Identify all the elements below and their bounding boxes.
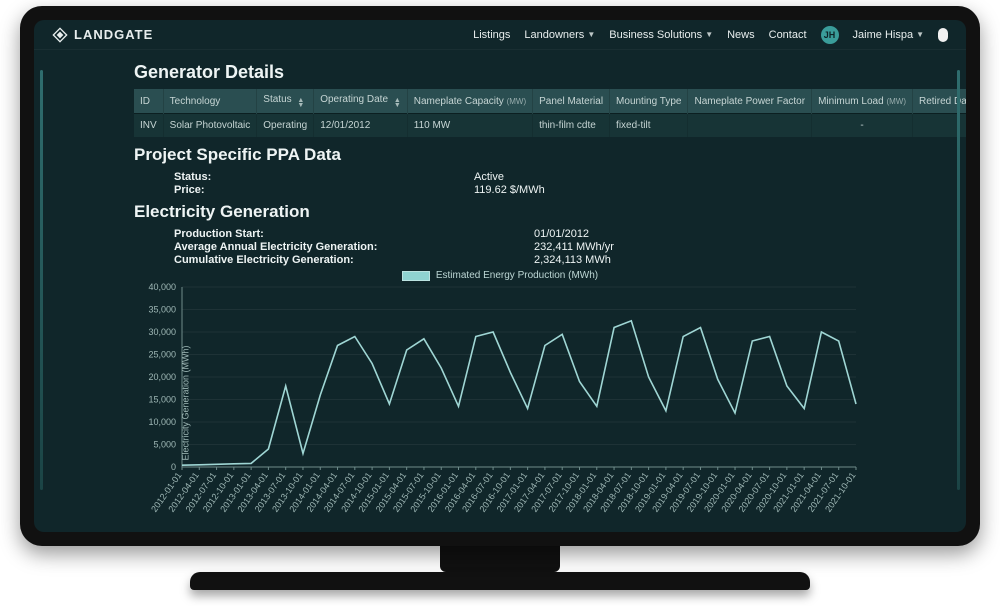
sort-icon: ▲▼ <box>297 98 304 108</box>
top-nav: LANDGATE Listings Landowners ▼ Business … <box>34 20 966 50</box>
mw-suffix: (MW) <box>507 97 527 106</box>
brand-logo-icon <box>52 27 68 43</box>
chart-svg: 05,00010,00015,00020,00025,00030,00035,0… <box>134 283 864 523</box>
generator-details-table: ID Technology Status ▲▼ Operating Date ▲… <box>134 89 966 137</box>
chevron-down-icon: ▼ <box>705 30 713 39</box>
monitor-stand-neck <box>440 546 560 572</box>
nav-business-label: Business Solutions <box>609 29 702 41</box>
table-row[interactable]: INV Solar Photovoltaic Operating 12/01/2… <box>134 114 966 138</box>
cum-gen-value: 2,324,113 MWh <box>534 254 866 266</box>
cell-pf <box>688 114 812 138</box>
ppa-price-value: 119.62 $/MWh <box>474 184 866 196</box>
section-title-electricity: Electricity Generation <box>134 202 866 222</box>
th-status-label: Status <box>263 94 291 105</box>
th-panel-material[interactable]: Panel Material <box>533 89 610 114</box>
cell-capacity: 110 MW <box>407 114 532 138</box>
nav-business-solutions[interactable]: Business Solutions ▼ <box>609 29 713 41</box>
ppa-price-label: Price: <box>174 184 474 196</box>
svg-text:35,000: 35,000 <box>148 305 176 315</box>
th-capacity-label: Nameplate Capacity <box>414 96 504 107</box>
ppa-status-label: Status: <box>174 171 474 183</box>
content: Generator Details ID Technology Status ▲… <box>34 50 966 532</box>
th-operating-date[interactable]: Operating Date ▲▼ <box>314 89 408 114</box>
cell-technology: Solar Photovoltaic <box>163 114 257 138</box>
svg-text:40,000: 40,000 <box>148 283 176 292</box>
avg-gen-value: 232,411 MWh/yr <box>534 241 866 253</box>
screen: LANDGATE Listings Landowners ▼ Business … <box>34 20 966 532</box>
sort-icon: ▲▼ <box>394 98 401 108</box>
svg-text:15,000: 15,000 <box>148 395 176 405</box>
th-min-load[interactable]: Minimum Load (MW) <box>812 89 913 114</box>
svg-text:5,000: 5,000 <box>153 440 176 450</box>
svg-text:25,000: 25,000 <box>148 350 176 360</box>
cell-min-load: - <box>812 114 913 138</box>
prod-start-label: Production Start: <box>174 228 534 240</box>
cell-mounting-type: fixed-tilt <box>610 114 688 138</box>
cell-panel-material: thin-film cdte <box>533 114 610 138</box>
th-id[interactable]: ID <box>134 89 163 114</box>
generation-chart: Electricity Generation (MWh) 05,00010,00… <box>134 283 866 523</box>
th-opdate-label: Operating Date <box>320 94 388 105</box>
chart-legend: Estimated Energy Production (MWh) <box>134 270 866 281</box>
avatar[interactable]: JH <box>821 26 839 44</box>
nav-listings[interactable]: Listings <box>473 29 510 41</box>
table-header-row: ID Technology Status ▲▼ Operating Date ▲… <box>134 89 966 114</box>
cum-gen-label: Cumulative Electricity Generation: <box>174 254 534 266</box>
chevron-down-icon: ▼ <box>587 30 595 39</box>
cell-status: Operating <box>257 114 314 138</box>
monitor-frame: LANDGATE Listings Landowners ▼ Business … <box>20 6 980 546</box>
electricity-block: Production Start: 01/01/2012 Average Ann… <box>174 228 866 266</box>
nav-news[interactable]: News <box>727 29 755 41</box>
chevron-down-icon: ▼ <box>916 30 924 39</box>
svg-text:30,000: 30,000 <box>148 327 176 337</box>
mw-suffix: (MW) <box>886 97 906 106</box>
legend-label: Estimated Energy Production (MWh) <box>436 270 598 281</box>
th-status[interactable]: Status ▲▼ <box>257 89 314 114</box>
user-name: Jaime Hispa <box>853 29 914 41</box>
ppa-block: Status: Active Price: 119.62 $/MWh <box>174 171 866 196</box>
th-nameplate-capacity[interactable]: Nameplate Capacity (MW) <box>407 89 532 114</box>
notification-pill-icon[interactable] <box>938 28 948 42</box>
left-scroll-accent <box>40 70 43 490</box>
monitor-stand-base <box>190 572 810 590</box>
right-scroll-accent <box>957 70 960 490</box>
th-mounting-type[interactable]: Mounting Type <box>610 89 688 114</box>
y-axis-label: Electricity Generation (MWh) <box>181 345 191 460</box>
brand-name: LANDGATE <box>74 27 153 42</box>
section-title-ppa: Project Specific PPA Data <box>134 145 866 165</box>
nav-contact[interactable]: Contact <box>769 29 807 41</box>
ppa-status-value: Active <box>474 171 866 183</box>
nav-landowners[interactable]: Landowners ▼ <box>524 29 595 41</box>
avg-gen-label: Average Annual Electricity Generation: <box>174 241 534 253</box>
th-nameplate-pf[interactable]: Nameplate Power Factor <box>688 89 812 114</box>
section-title-generator-details: Generator Details <box>134 62 866 83</box>
prod-start-value: 01/01/2012 <box>534 228 866 240</box>
legend-swatch <box>402 271 430 281</box>
cell-id: INV <box>134 114 163 138</box>
th-minload-label: Minimum Load <box>818 96 884 107</box>
th-technology[interactable]: Technology <box>163 89 257 114</box>
user-menu[interactable]: Jaime Hispa ▼ <box>853 29 924 41</box>
svg-text:20,000: 20,000 <box>148 372 176 382</box>
cell-operating-date: 12/01/2012 <box>314 114 408 138</box>
svg-text:10,000: 10,000 <box>148 417 176 427</box>
nav-landowners-label: Landowners <box>524 29 584 41</box>
brand[interactable]: LANDGATE <box>52 27 153 43</box>
